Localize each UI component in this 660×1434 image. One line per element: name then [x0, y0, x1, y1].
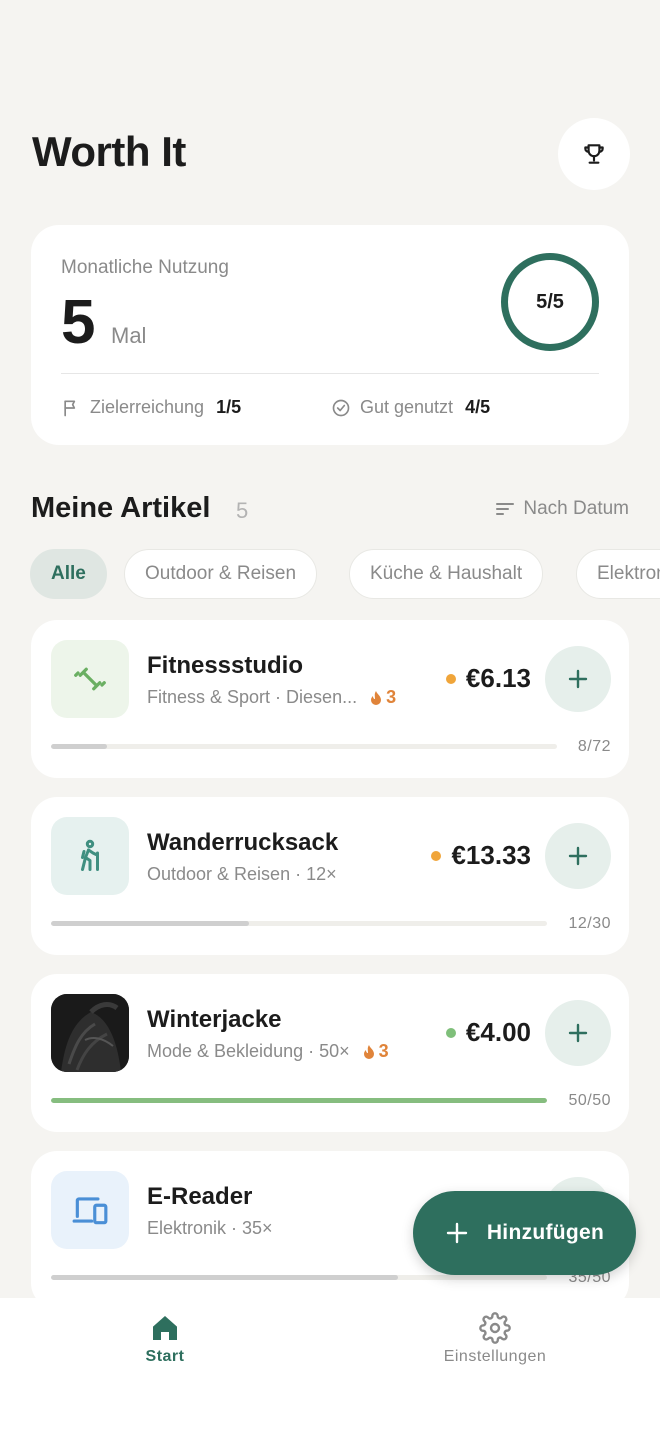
streak-count: 3	[386, 687, 397, 707]
item-card[interactable]: Winterjacke Mode & Bekleidung · 50× 3 €4…	[31, 974, 629, 1132]
usage-progress-fill	[51, 921, 250, 926]
section-title: Meine Artikel	[31, 492, 211, 524]
status-dot	[445, 673, 456, 684]
streak-badge: 3	[362, 1041, 389, 1062]
sort-button[interactable]: Nach Datum	[495, 498, 629, 520]
usage-progress-bar	[51, 744, 557, 749]
goal-stat: Zielerreichung 1/5	[61, 397, 241, 418]
good-use-label: Gut genutzt	[360, 397, 454, 417]
nav-home[interactable]: Start	[135, 1312, 195, 1366]
item-subtitle: Outdoor & Reisen · 12×	[147, 864, 337, 885]
sort-label: Nach Datum	[523, 498, 629, 519]
usage-summary-card: Monatliche Nutzung 5 Mal 5/5 Zielerreich…	[31, 225, 629, 445]
jacket-photo	[51, 994, 129, 1072]
chip-all[interactable]: Alle	[30, 549, 107, 599]
good-use-value: 4/5	[465, 397, 491, 417]
usage-progress-fill	[51, 1275, 399, 1280]
usage-count: 50/50	[568, 1092, 611, 1109]
trophy-button[interactable]	[558, 118, 630, 190]
usage-progress-bar	[51, 921, 547, 926]
price-group: €6.13	[445, 663, 531, 694]
ring-text: 5/5	[536, 290, 564, 313]
item-card[interactable]: Wanderrucksack Outdoor & Reisen · 12× €1…	[31, 797, 629, 955]
add-usage-button[interactable]	[545, 646, 611, 712]
item-meta: Elektronik · 35×	[147, 1218, 273, 1238]
summary-value: 5	[61, 288, 96, 357]
bottom-nav: Start Einstellungen	[0, 1298, 660, 1434]
chip-kitchen[interactable]: Küche & Haushalt	[349, 549, 544, 599]
items-section-header: Meine Artikel 5 Nach Datum	[31, 490, 629, 530]
streak-count: 3	[378, 1041, 389, 1061]
item-name: Fitnessstudio	[147, 652, 304, 679]
item-thumbnail	[51, 817, 129, 895]
sort-icon	[495, 501, 515, 517]
plus-icon	[568, 669, 588, 689]
item-subtitle: Mode & Bekleidung · 50× 3	[147, 1041, 389, 1062]
hiker-icon	[81, 839, 99, 871]
goal-label: Zielerreichung	[90, 397, 205, 417]
item-meta: Fitness & Sport · Diesen...	[147, 687, 358, 707]
nav-settings-label: Einstellungen	[443, 1348, 547, 1365]
nav-settings[interactable]: Einstellungen	[425, 1312, 565, 1366]
item-card[interactable]: Fitnessstudio Fitness & Sport · Diesen..…	[31, 620, 629, 778]
cost-per-use: €13.33	[451, 840, 531, 870]
app-header: Worth It	[32, 118, 630, 190]
item-thumbnail	[51, 640, 129, 718]
price-group: €4.00	[445, 1017, 531, 1048]
status-dot	[445, 1027, 456, 1038]
devices-icon	[72, 1197, 108, 1225]
usage-progress-fill	[51, 744, 107, 749]
flame-icon	[371, 690, 382, 705]
add-item-button[interactable]: Hinzufügen	[413, 1191, 636, 1275]
chip-electronics[interactable]: Elektronik	[576, 549, 660, 599]
usage-count: 8/72	[577, 738, 611, 755]
item-subtitle: Elektronik · 35×	[147, 1218, 273, 1239]
item-meta: Outdoor & Reisen · 12×	[147, 864, 337, 884]
usage-progress-bar	[51, 1098, 547, 1103]
streak-badge: 3	[369, 687, 396, 708]
item-thumbnail	[51, 1171, 129, 1249]
item-thumbnail	[51, 994, 129, 1072]
item-subtitle: Fitness & Sport · Diesen... 3	[147, 687, 396, 708]
home-icon	[153, 1316, 177, 1340]
item-name: Wanderrucksack	[147, 829, 339, 856]
item-meta: Mode & Bekleidung · 50×	[147, 1041, 350, 1061]
usage-progress-fill	[51, 1098, 547, 1103]
cost-per-use: €4.00	[465, 1017, 531, 1047]
cost-per-use: €6.13	[465, 663, 531, 693]
add-item-label: Hinzufügen	[486, 1221, 605, 1244]
goal-value: 1/5	[216, 397, 242, 417]
plus-icon	[568, 846, 588, 866]
item-name: Winterjacke	[147, 1006, 282, 1033]
add-usage-button[interactable]	[545, 1000, 611, 1066]
gear-icon	[479, 1312, 511, 1344]
usage-count: 12/30	[568, 915, 611, 932]
item-name: E-Reader	[147, 1183, 253, 1210]
nav-home-label: Start	[145, 1348, 185, 1365]
summary-label: Monatliche Nutzung	[61, 257, 229, 278]
plus-icon	[445, 1221, 469, 1245]
usage-progress-bar	[51, 1275, 547, 1280]
category-filter-bar: Alle Outdoor & Reisen Küche & Haushalt E…	[30, 549, 660, 601]
add-usage-button[interactable]	[545, 823, 611, 889]
divider	[61, 373, 599, 374]
dumbbell-icon	[74, 667, 106, 691]
progress-ring: 5/5	[501, 253, 599, 351]
plus-icon	[568, 1023, 588, 1043]
trophy-icon	[584, 144, 604, 164]
flame-icon	[363, 1044, 374, 1059]
section-count: 5	[236, 498, 249, 523]
flag-icon	[61, 398, 81, 418]
chip-outdoor[interactable]: Outdoor & Reisen	[124, 549, 318, 599]
good-use-stat: Gut genutzt 4/5	[331, 397, 490, 418]
app-title: Worth It	[32, 128, 186, 175]
price-group: €13.33	[431, 840, 531, 871]
status-dot	[431, 850, 442, 861]
check-circle-icon	[331, 398, 351, 418]
summary-unit: Mal	[111, 323, 147, 348]
